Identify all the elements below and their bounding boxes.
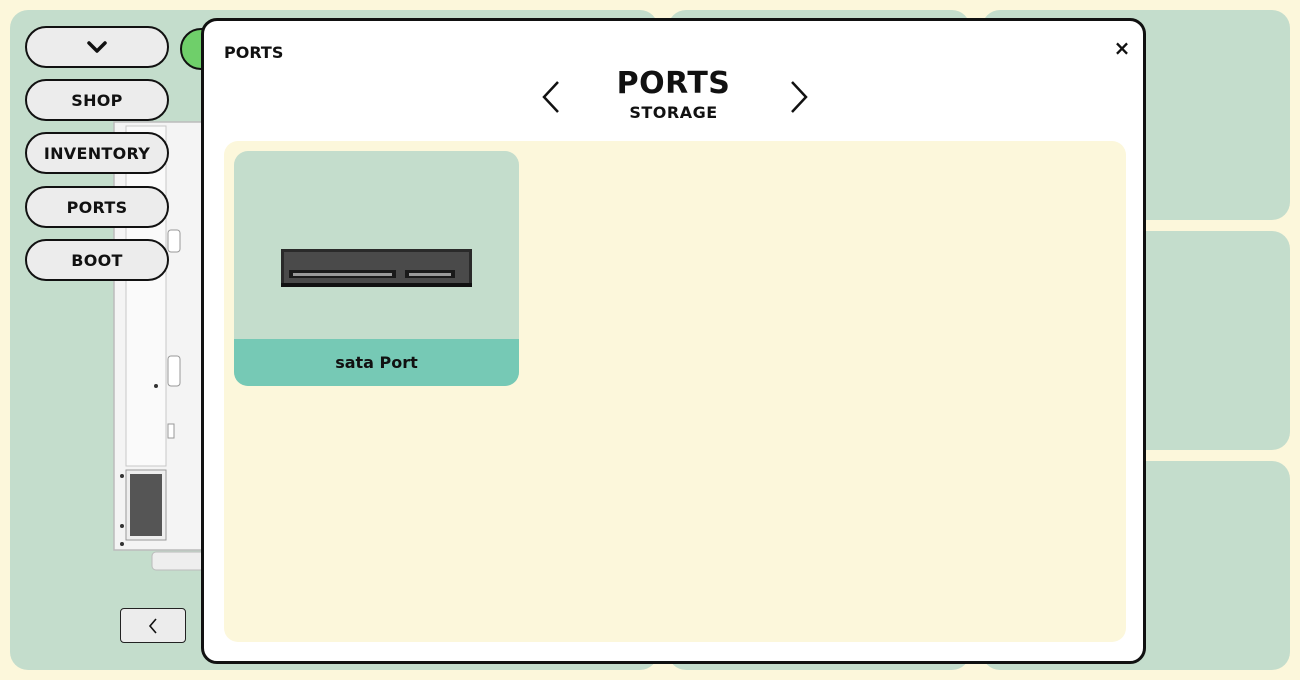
inventory-button[interactable]: INVENTORY	[25, 132, 169, 174]
chevron-down-icon	[87, 41, 107, 53]
close-button[interactable]: ×	[1111, 36, 1133, 60]
item-card-label: sata Port	[234, 339, 519, 386]
boot-button[interactable]: BOOT	[25, 239, 169, 281]
modal-subtitle: STORAGE	[629, 103, 718, 122]
shop-button[interactable]: SHOP	[25, 79, 169, 121]
item-card-sata-port[interactable]: sata Port	[234, 151, 519, 386]
item-grid: sata Port	[224, 141, 1126, 642]
dropdown-toggle-button[interactable]	[25, 26, 169, 68]
sata-port-image	[281, 249, 472, 287]
next-category-button[interactable]	[786, 79, 810, 115]
ports-button[interactable]: PORTS	[25, 186, 169, 228]
back-button[interactable]	[120, 608, 186, 643]
modal-label: PORTS	[224, 43, 284, 62]
ports-modal: PORTS × PORTS STORAGE sata Port	[201, 18, 1146, 664]
modal-heading: PORTS STORAGE	[204, 66, 1143, 123]
modal-title: PORTS	[616, 66, 731, 101]
chevron-left-icon	[148, 617, 157, 634]
